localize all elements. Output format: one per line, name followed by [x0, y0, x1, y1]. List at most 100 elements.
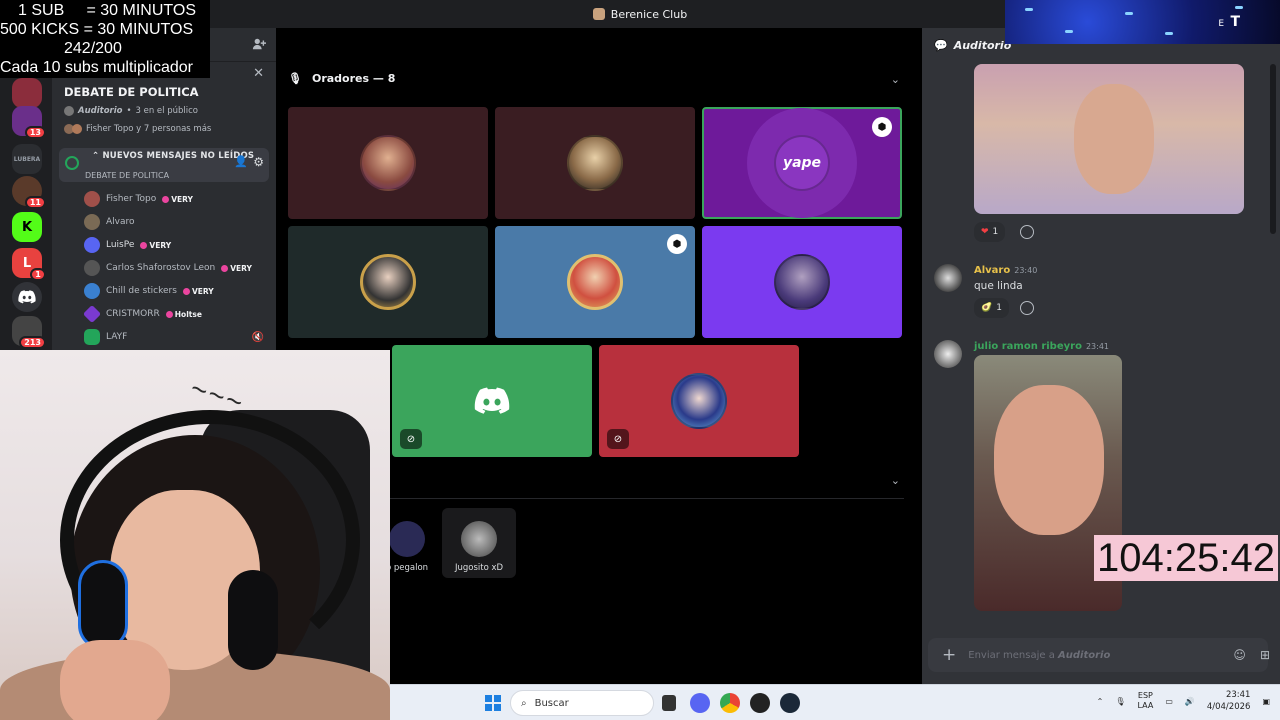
avatar [774, 254, 830, 310]
avatar [567, 135, 623, 191]
muted-mic-icon: ⊘ [400, 429, 422, 449]
stage-icon [64, 106, 74, 116]
message-composer[interactable]: + Enviar mensaje a Auditorio [928, 638, 1268, 672]
avatar[interactable] [934, 264, 962, 292]
network-icon[interactable]: ▭ [1165, 697, 1173, 706]
add-reaction-icon[interactable] [1020, 225, 1034, 239]
member-item[interactable]: Chill de stickers VERY [84, 282, 214, 300]
unread-badge: 13 [24, 126, 46, 139]
message-author[interactable]: Alvaro 23:40 [974, 265, 1037, 276]
invite-icon[interactable]: 👤 [234, 155, 248, 168]
member-item[interactable]: LuisPe VERY [84, 236, 171, 254]
server-icon-5[interactable]: L1 [12, 248, 46, 281]
avatar [671, 373, 727, 429]
speakers-header[interactable]: 🎙 Oradores — 8 [288, 72, 395, 85]
subathon-timer: 104:25:42 [1094, 535, 1278, 581]
screen: Berenice Club 1 SUB = 30 MINUTOS 500 KIC… [0, 0, 1280, 720]
obs-icon[interactable] [750, 693, 770, 713]
unread-badge: 1 [30, 268, 46, 281]
moderator-shield-icon: ⬢ [667, 234, 687, 254]
server-icon-4[interactable]: 11 [12, 176, 46, 209]
task-view-icon[interactable] [662, 695, 676, 711]
headphone-cup [78, 560, 128, 650]
member-item[interactable]: Fisher Topo VERY [84, 190, 193, 208]
avatar [360, 135, 416, 191]
server-icon-3[interactable]: LUBERA [12, 144, 42, 174]
overlay-line-sub: 1 SUB = 30 MINUTOS [18, 2, 196, 19]
notification-icon[interactable]: ▣ [1262, 697, 1270, 706]
apps-icon[interactable]: ⊞ [1260, 648, 1270, 662]
search-placeholder: Buscar [534, 697, 569, 709]
mic-icon[interactable]: 🎙 [1115, 697, 1125, 706]
event-subtitle: Auditorio • 3 en el público [64, 106, 198, 116]
add-member-icon[interactable] [252, 37, 268, 53]
speaker-tile[interactable]: ⊘ [599, 345, 799, 457]
server-icon-1[interactable] [12, 78, 42, 108]
chrome-icon[interactable] [720, 693, 740, 713]
system-tray: ⌃ 🎙 ESP LAA ▭ 🔊 23:41 4/04/2026 ▣ [1097, 689, 1270, 713]
gear-icon[interactable]: ⚙ [253, 155, 264, 169]
avatar [461, 521, 497, 557]
speaker-tile[interactable] [495, 107, 695, 219]
member-tag: VERY [182, 287, 214, 296]
stage-channel-icon [65, 156, 79, 170]
search-icon: ⌕ [521, 697, 527, 709]
avatar [84, 237, 100, 253]
member-name: Carlos Shaforostov Leon [106, 263, 216, 273]
avatar [82, 304, 102, 324]
member-name: Chill de stickers [106, 286, 177, 296]
light-dot [1065, 30, 1073, 33]
server-icon-2[interactable]: 13 [12, 106, 46, 139]
member-tag: VERY [162, 195, 193, 204]
chevron-down-icon[interactable]: ⌄ [891, 474, 900, 487]
discord-server-icon[interactable] [12, 282, 42, 312]
kick-server-icon[interactable]: K [12, 212, 42, 242]
event-channel: Auditorio [78, 106, 123, 116]
scrollbar[interactable] [1270, 64, 1276, 234]
streamer-webcam: ~~~ [0, 350, 390, 720]
speaker-tile[interactable] [288, 107, 488, 219]
avatar[interactable] [934, 340, 962, 368]
discord-taskbar-icon[interactable] [690, 693, 710, 713]
channel-name[interactable]: DEBATE DE POLITICA [85, 171, 169, 180]
light-dot [1235, 6, 1243, 9]
speaker-tile[interactable]: ⬢ [495, 226, 695, 338]
member-item[interactable]: Carlos Shaforostov Leon VERY [84, 259, 252, 277]
speaker-tile[interactable] [288, 226, 488, 338]
taskbar-clock[interactable]: 23:41 4/04/2026 [1207, 689, 1251, 713]
plus-icon[interactable]: + [942, 645, 956, 665]
headphone-cup [228, 570, 278, 670]
chevron-up-icon[interactable]: ⌃ [1097, 697, 1104, 706]
gif-icon[interactable]: ☺ [1233, 648, 1246, 662]
event-people: Fisher Topo y 7 personas más [64, 124, 211, 134]
discord-icon [474, 387, 510, 414]
hand-shape [60, 640, 170, 720]
steam-icon[interactable] [780, 693, 800, 713]
chat-panel: 💬 Auditorio ❤ 1 Alvaro 23:40 que linda 🥑 1 … [922, 28, 1280, 684]
overlay-letter: T [1230, 14, 1240, 30]
speaker-tile[interactable]: ⊘ [392, 345, 592, 457]
server-icon-6[interactable]: 213 [12, 316, 46, 349]
chevron-down-icon[interactable]: ⌄ [891, 73, 900, 86]
reaction-heart[interactable]: ❤ 1 [974, 222, 1006, 242]
message-author[interactable]: julio ramon ribeyro 23:41 [974, 341, 1109, 352]
close-icon[interactable]: ✕ [253, 66, 264, 81]
windows-taskbar: ⌕ Buscar ⌃ 🎙 ESP LAA ▭ 🔊 23:41 4/04/2026 ▣ [390, 684, 1280, 720]
volume-icon[interactable]: 🔊 [1185, 697, 1195, 706]
language-indicator[interactable]: ESP LAA [1138, 691, 1154, 711]
headphones-icon: • [126, 106, 132, 116]
member-item[interactable]: LAYF [84, 328, 127, 346]
add-reaction-icon[interactable] [1020, 301, 1034, 315]
speaker-tile[interactable] [702, 226, 902, 338]
taskbar-search[interactable]: ⌕ Buscar [510, 690, 654, 716]
avatar [84, 283, 100, 299]
reaction-avocado[interactable]: 🥑 1 [974, 298, 1009, 318]
server-icon [592, 8, 605, 20]
member-item[interactable]: Alvaro [84, 213, 135, 231]
chat-bubble-icon: 💬 [934, 38, 948, 52]
speaker-tile-active[interactable]: yape ⬢ [702, 107, 902, 219]
windows-start-icon[interactable] [485, 695, 501, 711]
message-image[interactable] [974, 64, 1244, 214]
audience-member[interactable]: Jugosito xD [442, 508, 516, 578]
member-item[interactable]: CRISTMORR Holtse [82, 304, 202, 324]
